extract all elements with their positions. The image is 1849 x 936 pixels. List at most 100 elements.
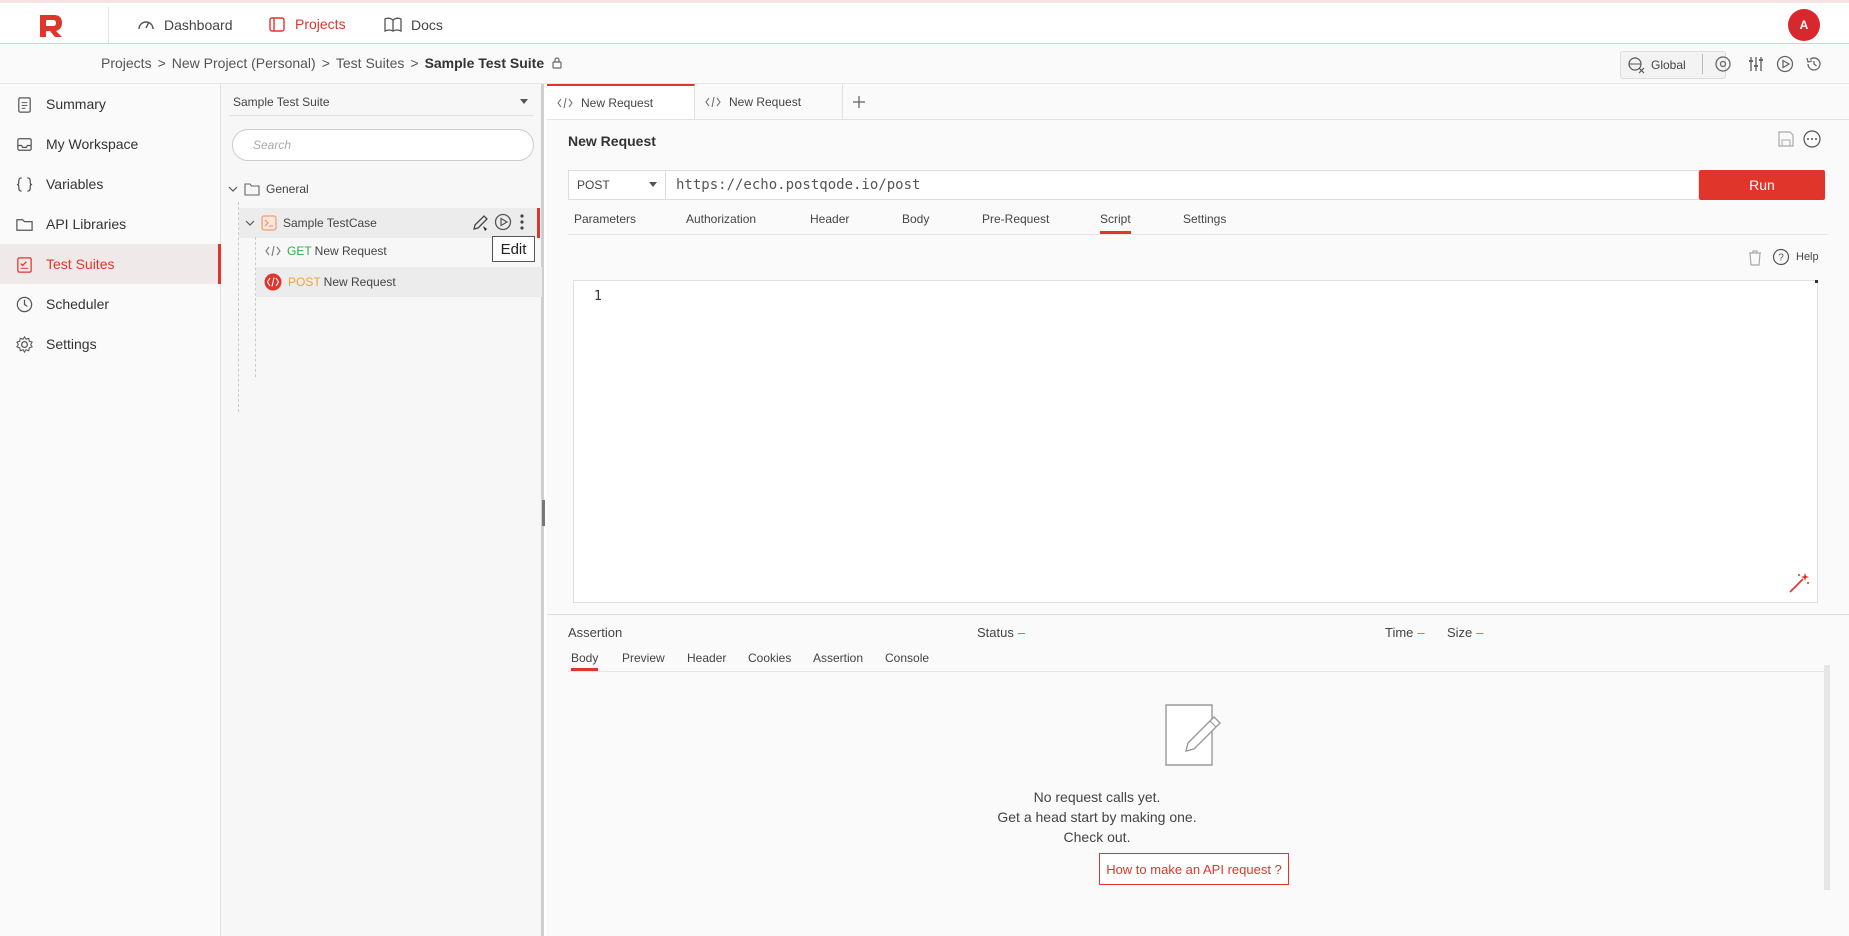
environment-selector[interactable]: Global — [1620, 51, 1726, 79]
sidebar-item-label: Variables — [46, 176, 104, 192]
method-select[interactable]: POST — [568, 170, 666, 200]
response-tab-preview[interactable]: Preview — [622, 651, 665, 671]
tree-request-get[interactable]: GET New Request — [265, 238, 387, 264]
save-icon[interactable] — [1777, 130, 1795, 148]
code-icon — [557, 97, 573, 109]
tab-parameters[interactable]: Parameters — [574, 212, 636, 234]
chevron-down-icon — [245, 220, 255, 226]
suite-select-value: Sample Test Suite — [233, 94, 330, 109]
size-indicator: Size – — [1447, 625, 1484, 640]
environment-label: Global — [1651, 58, 1686, 72]
tab-header[interactable]: Header — [810, 212, 849, 234]
clock-icon — [16, 296, 33, 312]
nav-docs[interactable]: Docs — [383, 3, 443, 47]
more-vertical-icon[interactable] — [516, 212, 528, 232]
nav-divider — [108, 7, 109, 43]
nav-dashboard-label: Dashboard — [164, 17, 233, 33]
run-button[interactable]: Run — [1699, 170, 1825, 200]
request-editor: New Request New Request New Request POST… — [547, 84, 1849, 936]
empty-notes-icon — [1165, 704, 1221, 766]
response-scrollbar[interactable] — [1824, 665, 1830, 890]
response-tab-header[interactable]: Header — [687, 651, 726, 671]
tab-script[interactable]: Script — [1100, 212, 1131, 234]
inbox-icon — [17, 137, 32, 151]
help-button[interactable]: ? Help — [1772, 248, 1819, 266]
help-circle-icon: ? — [1772, 248, 1790, 266]
sidebar-item-label: Settings — [46, 336, 97, 352]
request-tab[interactable]: New Request — [547, 84, 695, 120]
sidebar-item-api-libraries[interactable]: API Libraries — [0, 204, 221, 244]
empty-state-line: Get a head start by making one. — [997, 809, 1197, 825]
environment-settings-icon[interactable] — [1713, 54, 1733, 74]
breadcrumb-separator: > — [321, 55, 330, 71]
breadcrumb-test-suites[interactable]: Test Suites — [336, 55, 404, 71]
chevron-down-icon — [228, 186, 238, 192]
url-input[interactable]: https://echo.postqode.io/post — [666, 170, 1699, 200]
resize-handle[interactable] — [542, 500, 545, 526]
tree-request-label: New Request — [323, 275, 396, 289]
assertion-label: Assertion — [568, 625, 623, 640]
trash-icon[interactable] — [1747, 249, 1763, 267]
user-avatar[interactable]: A — [1788, 9, 1820, 41]
plus-icon[interactable] — [852, 95, 866, 109]
checklist-icon — [17, 256, 32, 273]
response-tab-assertion[interactable]: Assertion — [813, 651, 863, 671]
request-tab[interactable]: New Request — [695, 84, 843, 120]
tab-settings[interactable]: Settings — [1183, 212, 1226, 234]
response-tab-cookies[interactable]: Cookies — [748, 651, 791, 671]
edit-tooltip: Edit — [492, 236, 535, 262]
play-circle-icon[interactable] — [493, 212, 513, 232]
braces-icon — [16, 176, 33, 192]
postqode-logo[interactable] — [36, 11, 68, 39]
sidebar: Summary My Workspace Variables API Libra… — [0, 84, 221, 936]
test-suite-tree: Sample Test Suite Search General Sample … — [221, 84, 545, 936]
how-to-api-request-button[interactable]: How to make an API request ? — [1099, 853, 1289, 885]
breadcrumb-project[interactable]: New Project (Personal) — [172, 55, 316, 71]
svg-text:?: ? — [1778, 253, 1784, 264]
sidebar-item-variables[interactable]: Variables — [0, 164, 221, 204]
folder-icon — [16, 218, 33, 231]
tab-pre-request[interactable]: Pre-Request — [982, 212, 1049, 234]
response-panel: Assertion Status – Time – Size – Body Previ… — [547, 614, 1849, 936]
response-tab-body[interactable]: Body — [571, 651, 599, 671]
tab-body[interactable]: Body — [902, 212, 929, 234]
script-editor[interactable]: 1 — [573, 280, 1818, 603]
sidebar-item-label: Summary — [46, 96, 106, 112]
magic-wand-icon[interactable] — [1787, 571, 1811, 595]
sidebar-item-summary[interactable]: Summary — [0, 84, 221, 124]
nav-dashboard[interactable]: Dashboard — [136, 3, 233, 47]
terminal-icon — [261, 215, 277, 231]
lock-icon — [552, 57, 562, 69]
sidebar-item-test-suites[interactable]: Test Suites — [0, 244, 221, 284]
history-icon[interactable] — [1804, 54, 1824, 74]
search-input[interactable]: Search — [232, 129, 534, 161]
tree-request-post[interactable]: POST New Request — [256, 267, 542, 297]
sidebar-item-scheduler[interactable]: Scheduler — [0, 284, 221, 324]
empty-state-line: Check out. — [1063, 829, 1131, 845]
top-nav: Dashboard Projects Docs A — [0, 0, 1849, 47]
suite-select[interactable]: Sample Test Suite — [229, 88, 533, 116]
status-indicator: Status – — [977, 625, 1025, 640]
status-value: – — [1017, 625, 1026, 640]
breadcrumb-projects[interactable]: Projects — [101, 55, 152, 71]
tree-request-label: New Request — [314, 244, 387, 258]
breadcrumb-current: Sample Test Suite — [424, 55, 545, 71]
globe-off-icon — [1628, 57, 1645, 74]
play-circle-icon[interactable] — [1775, 54, 1795, 74]
tree-folder-general[interactable]: General — [228, 176, 309, 202]
empty-state-message: No request calls yet. Get a head start b… — [977, 787, 1217, 847]
nav-projects[interactable]: Projects — [263, 3, 350, 47]
edit-icon[interactable] — [470, 212, 492, 234]
tab-authorization[interactable]: Authorization — [686, 212, 756, 234]
sidebar-item-label: Scheduler — [46, 296, 110, 312]
tree-folder-label: General — [266, 182, 309, 196]
sidebar-item-settings[interactable]: Settings — [0, 324, 221, 364]
sidebar-item-my-workspace[interactable]: My Workspace — [0, 124, 221, 164]
empty-state-line: No request calls yet. — [1033, 789, 1161, 805]
code-icon — [705, 96, 721, 108]
sliders-icon[interactable] — [1746, 54, 1766, 74]
breadcrumb-separator: > — [157, 55, 166, 71]
response-tab-console[interactable]: Console — [885, 651, 929, 671]
more-horizontal-icon[interactable] — [1802, 129, 1822, 149]
breadcrumb-separator: > — [410, 55, 419, 71]
